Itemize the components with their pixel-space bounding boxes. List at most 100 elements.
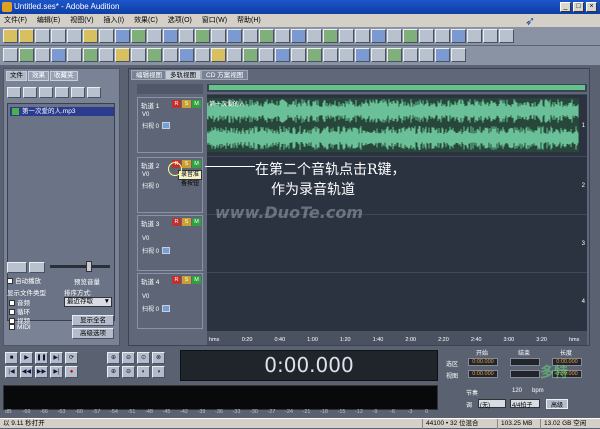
volume-label[interactable]: V0 [142, 112, 149, 118]
menu-help[interactable]: 帮助(H) [233, 14, 265, 27]
volume-label[interactable]: V0 [142, 294, 149, 300]
tone-icon[interactable] [227, 48, 242, 62]
menu-insert[interactable]: 插入(I) [100, 14, 129, 27]
fade-icon[interactable] [435, 29, 450, 43]
go-start-icon[interactable]: |◀ [5, 366, 18, 378]
go-end-icon[interactable]: ▶| [50, 366, 63, 378]
overview-range[interactable] [209, 85, 585, 90]
redo-icon[interactable] [115, 29, 130, 43]
menu-file[interactable]: 文件(F) [0, 14, 31, 27]
insert-icon[interactable] [55, 87, 69, 98]
pan-label[interactable]: 扫视 0 [142, 121, 159, 130]
zoom-right-icon[interactable]: ◑ [152, 366, 165, 378]
import-icon[interactable] [7, 87, 21, 98]
close-file-icon[interactable] [23, 87, 37, 98]
click-icon[interactable] [419, 48, 434, 62]
forward-icon[interactable]: ▶▶ [35, 366, 48, 378]
play-icon[interactable]: ▶ [20, 352, 33, 364]
video-icon[interactable] [307, 29, 322, 43]
pitch-icon[interactable] [179, 48, 194, 62]
overview-bar[interactable] [207, 84, 587, 92]
select-icon[interactable] [163, 29, 178, 43]
record-button[interactable]: R [172, 100, 181, 108]
echo-icon[interactable] [339, 48, 354, 62]
menu-window[interactable]: 窗口(W) [198, 14, 231, 27]
cut-icon[interactable] [51, 29, 66, 43]
view-start[interactable]: 0:00.000 [468, 370, 498, 378]
pan-label[interactable]: 扫视 0 [142, 304, 159, 313]
close-button[interactable]: × [586, 2, 597, 12]
menu-effects[interactable]: 效果(C) [130, 14, 162, 27]
cue-icon[interactable] [355, 29, 370, 43]
track-4-lane[interactable]: 4 [207, 272, 587, 331]
snap-icon[interactable] [323, 29, 338, 43]
metronome-icon[interactable] [275, 29, 290, 43]
preview-volume-slider[interactable] [50, 265, 110, 268]
generate-icon[interactable] [211, 48, 226, 62]
undo-icon[interactable] [99, 29, 114, 43]
selection-end[interactable] [510, 358, 540, 366]
preview-volume-thumb[interactable] [86, 261, 92, 272]
volume-label[interactable]: V0 [142, 236, 149, 242]
advanced-button[interactable]: 高级 [546, 399, 568, 409]
trim-icon[interactable] [419, 29, 434, 43]
rewind-icon[interactable]: ◀◀ [20, 366, 33, 378]
delay-icon[interactable] [115, 48, 130, 62]
mute-button[interactable]: M [192, 100, 201, 108]
output-icon[interactable] [162, 305, 170, 312]
mute-button[interactable]: M [192, 160, 201, 168]
tab-edit-view[interactable]: 编辑视图 [131, 70, 167, 80]
notch-icon[interactable] [371, 48, 386, 62]
normalize-icon[interactable] [99, 48, 114, 62]
paste-icon[interactable] [83, 29, 98, 43]
stop-icon[interactable]: ■ [5, 352, 18, 364]
solo-button[interactable]: S [182, 218, 191, 226]
view-icon[interactable] [3, 48, 18, 62]
clip-restore-icon[interactable] [435, 48, 450, 62]
output-icon[interactable] [162, 122, 170, 129]
zoom-out-h-icon[interactable]: ⊖ [122, 352, 135, 364]
lock-icon[interactable] [387, 29, 402, 43]
record-button[interactable]: R [172, 276, 181, 284]
group-icon[interactable] [371, 29, 386, 43]
tab-multitrack-view[interactable]: 多轨视图 [165, 70, 201, 80]
save-icon[interactable] [35, 29, 50, 43]
tool-icon[interactable] [483, 29, 498, 43]
filter-icon[interactable] [147, 48, 162, 62]
auto-play-checkbox[interactable] [7, 278, 13, 285]
eq-icon[interactable] [259, 29, 274, 43]
tab-files[interactable]: 文件 [6, 71, 27, 81]
time-ruler[interactable]: hms 0:20 0:40 1:00 1:20 1:40 2:00 2:20 2:40 3:00 3… [207, 331, 587, 345]
output-icon[interactable] [162, 247, 170, 254]
pan-label[interactable]: 扫视 0 [142, 181, 159, 190]
mute-button[interactable]: M [192, 276, 201, 284]
open-icon[interactable] [19, 29, 34, 43]
stretch-icon[interactable] [195, 48, 210, 62]
batch-icon[interactable] [67, 48, 82, 62]
reverb-icon[interactable] [131, 48, 146, 62]
play-preview-icon[interactable] [71, 87, 85, 98]
play-to-end-icon[interactable]: ▶| [50, 352, 63, 364]
view-end[interactable] [510, 370, 540, 378]
menu-edit[interactable]: 编辑(E) [33, 14, 64, 27]
mute-button[interactable]: M [192, 218, 201, 226]
settings-icon[interactable] [467, 29, 482, 43]
noise-icon[interactable] [163, 48, 178, 62]
zoom-full-icon[interactable]: ⊙ [137, 352, 150, 364]
flanger-icon[interactable] [323, 48, 338, 62]
marker-icon[interactable] [339, 29, 354, 43]
cd-icon[interactable] [87, 87, 101, 98]
misc-icon[interactable] [499, 29, 514, 43]
dynamics-icon[interactable] [291, 48, 306, 62]
solo-button[interactable]: S [182, 160, 191, 168]
tab-cd-view[interactable]: CD 方案视图 [201, 70, 249, 80]
spectral-icon[interactable] [19, 48, 34, 62]
move-icon[interactable] [179, 29, 194, 43]
pause-icon[interactable]: ❚❚ [35, 352, 48, 364]
chorus-icon[interactable] [307, 48, 322, 62]
hybrid-icon[interactable] [227, 29, 242, 43]
menu-view[interactable]: 视图(V) [66, 14, 97, 27]
loop-play-icon[interactable]: ⟳ [65, 352, 78, 364]
full-name-button[interactable]: 显示全名 [72, 315, 114, 326]
volume-label[interactable]: V0 [142, 172, 149, 178]
